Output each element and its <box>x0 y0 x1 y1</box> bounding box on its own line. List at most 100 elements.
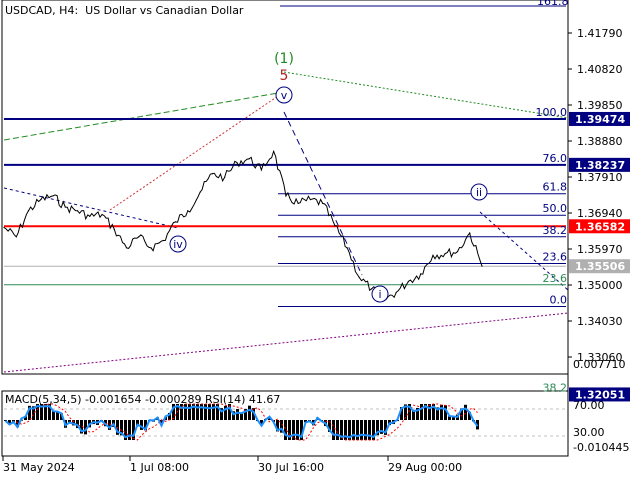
wave-label-v: v <box>281 89 288 102</box>
macd-histogram-bar <box>208 404 211 420</box>
macd-histogram-bar <box>452 417 455 420</box>
macd-histogram-bar <box>212 404 215 420</box>
indicator-axis-label: 0.007710 <box>573 358 626 371</box>
price-point <box>481 265 483 267</box>
price-point <box>76 210 79 212</box>
price-point <box>40 199 42 201</box>
chart-title: USDCAD, H4: US Dollar vs Canadian Dollar <box>5 4 243 17</box>
price-point <box>101 213 103 216</box>
price-point <box>297 202 299 204</box>
price-point <box>224 176 226 178</box>
price-point <box>444 252 446 255</box>
level-badge-label: 1.35506 <box>575 260 625 273</box>
macd-histogram-bar <box>248 405 251 420</box>
fib-level-label: 23.6 <box>543 250 568 263</box>
wave-channel-upper <box>3 91 285 141</box>
macd-histogram-bar <box>364 420 367 440</box>
macd-histogram-bar <box>236 409 239 420</box>
fib-level-label: 50.0 <box>543 202 568 215</box>
price-point <box>285 195 287 197</box>
macd-histogram-bar <box>204 404 207 420</box>
price-point <box>395 291 397 294</box>
long-term-channel-line <box>3 312 568 373</box>
fib-level-label: 100.0 <box>536 106 568 119</box>
price-point <box>138 236 140 238</box>
time-axis-label: 29 Aug 00:00 <box>388 461 462 474</box>
price-axis-label: 1.38880 <box>577 135 623 148</box>
price-point <box>432 254 434 256</box>
macd-histogram-bar <box>360 420 363 440</box>
macd-histogram-bar <box>464 404 467 420</box>
level-badge-label: 1.39474 <box>575 113 625 126</box>
price-point <box>322 202 324 204</box>
wave-label-ii: ii <box>476 186 482 199</box>
wave-5-trend-line <box>109 91 285 211</box>
symbol-description: US Dollar vs Canadian Dollar <box>85 4 244 17</box>
price-axis-label: 1.37910 <box>577 171 623 184</box>
fib-level-label: 76.0 <box>543 152 568 165</box>
price-point <box>334 225 336 227</box>
macd-histogram-bar <box>428 404 431 420</box>
green-fib-label: 38.2 <box>543 381 568 394</box>
time-axis-label: 1 Jul 08:00 <box>130 461 189 474</box>
price-axis-label: 1.35000 <box>577 279 623 292</box>
price-axis-label: 1.41790 <box>577 27 623 40</box>
indicator-label: MACD(5,34,5) -0.001654 -0.000289 RSI(14)… <box>5 393 280 406</box>
price-point <box>309 199 312 201</box>
fib-level-label: 61.8 <box>543 181 568 194</box>
price-point <box>187 210 189 212</box>
macd-histogram-bar <box>296 420 299 440</box>
macd-histogram-bar <box>336 420 339 440</box>
price-point <box>469 232 471 234</box>
price-point <box>420 273 422 275</box>
price-point <box>358 276 361 279</box>
time-axis-label: 31 May 2024 <box>3 461 75 474</box>
price-point <box>273 150 275 152</box>
fib-extension-label: 161.8 <box>537 0 569 8</box>
wave-label-5: 5 <box>280 68 289 84</box>
price-axis-label: 1.36940 <box>577 207 623 220</box>
indicator-axis-label: 30.00 <box>573 426 605 439</box>
price-point <box>199 191 201 193</box>
price-point <box>174 221 177 223</box>
price-axis-label: 1.34030 <box>577 315 623 328</box>
price-axis-label: 1.39850 <box>577 99 623 112</box>
price-point <box>125 247 128 249</box>
wave-label-1: (1) <box>274 51 294 67</box>
price-point <box>260 169 262 171</box>
wave-label-i: i <box>378 288 381 301</box>
price-point <box>150 247 152 249</box>
price-point <box>248 158 250 160</box>
price-point <box>89 215 91 217</box>
level-badge-label: 1.36582 <box>575 220 625 233</box>
price-point <box>371 288 373 290</box>
wave-label-iv: iv <box>173 238 183 251</box>
macd-histogram-bar <box>332 420 335 440</box>
indicator-axis-label: -0.010445 <box>573 441 629 454</box>
price-point <box>64 206 66 208</box>
price-point <box>211 173 213 175</box>
chart-window: 1.41790 1.40820 1.39850 1.38880 1.37910 1.369… <box>0 0 640 480</box>
price-point <box>456 250 459 253</box>
macd-histogram-bar <box>284 420 287 440</box>
macd-histogram-bar <box>352 420 355 440</box>
symbol-label: USDCAD, H4: <box>5 4 79 17</box>
time-axis-label: 30 Jul 16:00 <box>258 461 324 474</box>
price-point <box>52 195 54 197</box>
level-badge-label: 1.38237 <box>575 159 625 172</box>
fib-level-label: 0.0 <box>550 294 568 307</box>
price-point <box>407 280 410 282</box>
macd-histogram-bar <box>420 404 423 420</box>
price-point <box>27 210 30 212</box>
green-fib-label: 23.6 <box>543 272 568 285</box>
price-point <box>162 239 164 242</box>
macd-histogram-bar <box>240 413 243 420</box>
price-point <box>236 161 238 164</box>
price-axis-label: 1.40820 <box>577 63 623 76</box>
price-point <box>113 228 115 230</box>
wave-1-projection-line <box>283 71 568 119</box>
price-chart: 1.41790 1.40820 1.39850 1.38880 1.37910 1.369… <box>1 0 630 474</box>
price-axis-label: 1.35970 <box>577 243 623 256</box>
price-point <box>3 226 5 229</box>
macd-histogram-bar <box>184 404 187 420</box>
